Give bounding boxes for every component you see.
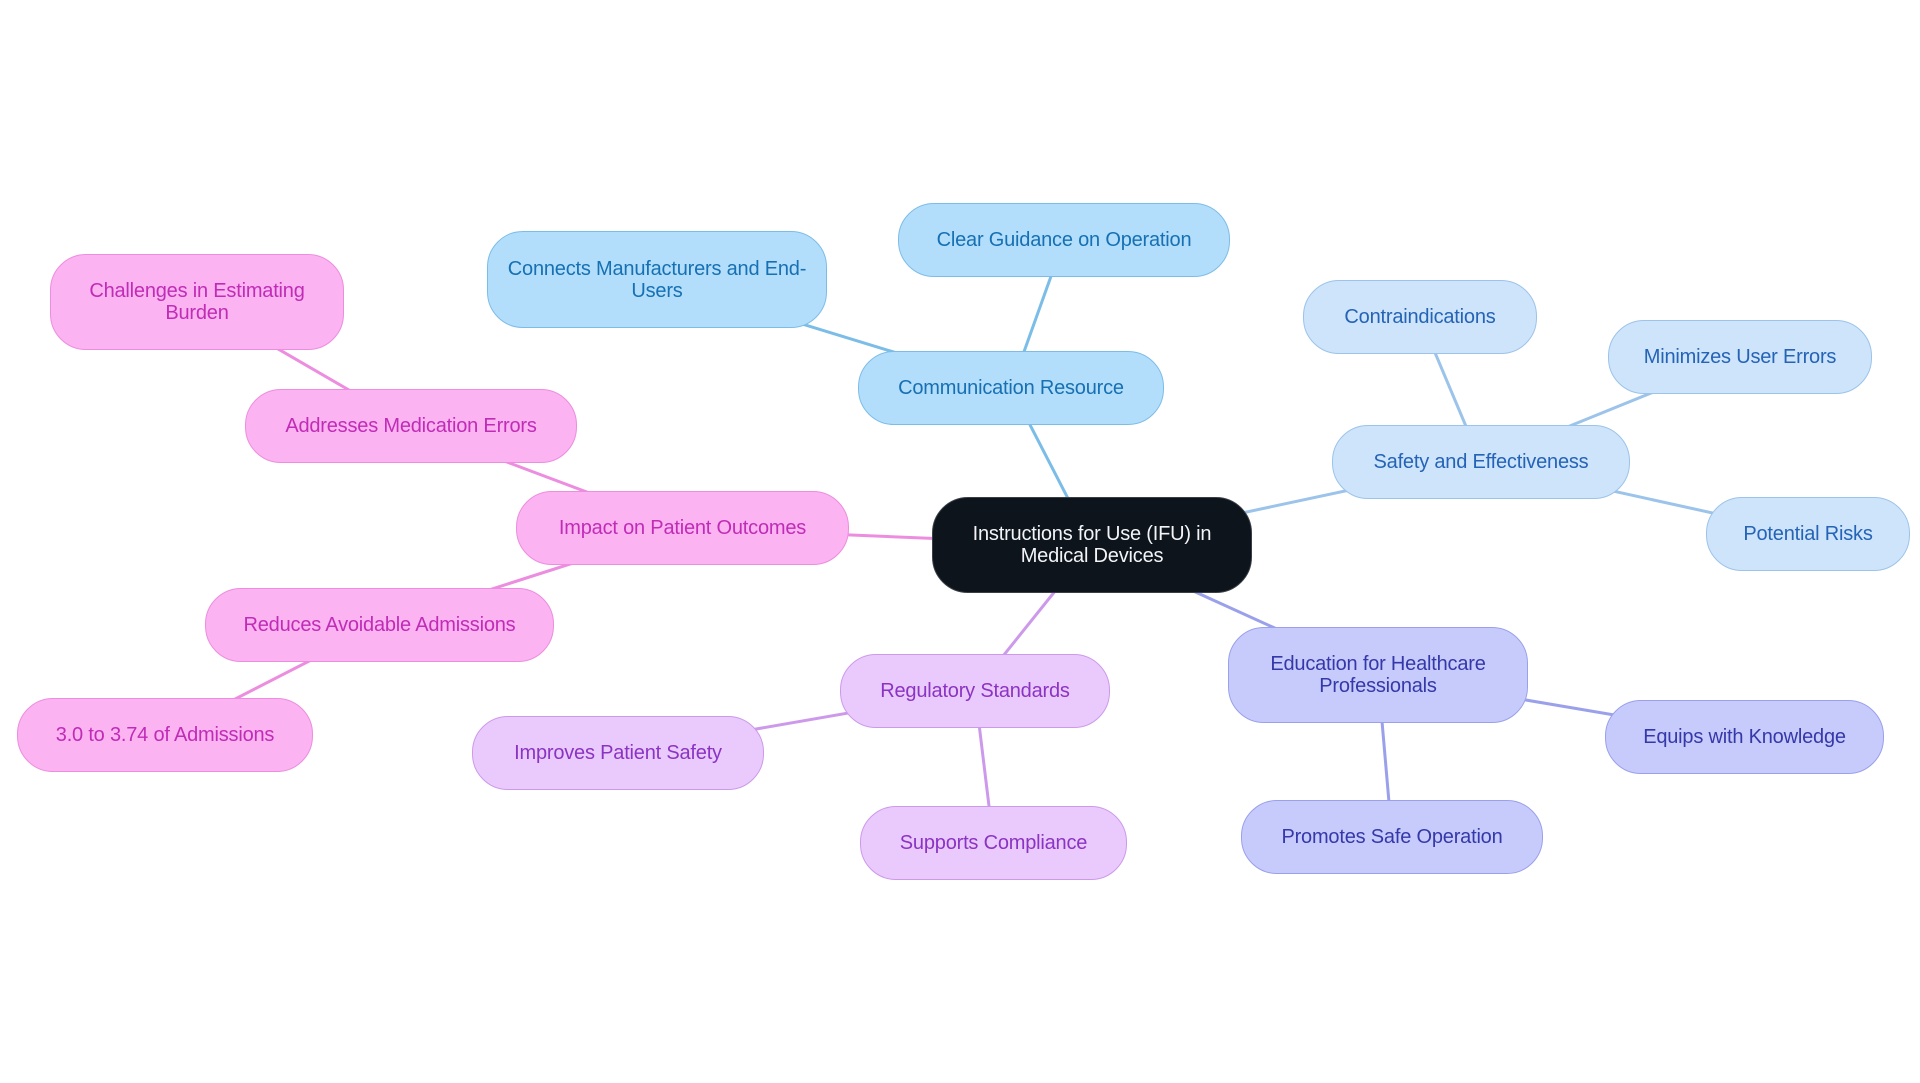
node-label: Potential Risks (1743, 523, 1873, 545)
node-label: Safety and Effectiveness (1373, 451, 1589, 473)
node-communication-resource[interactable]: Communication Resource (858, 351, 1164, 425)
node-promotes-safe-operation[interactable]: Promotes Safe Operation (1241, 800, 1543, 874)
node-label: Supports Compliance (899, 832, 1088, 854)
root-node[interactable]: Instructions for Use (IFU) in Medical De… (932, 497, 1252, 593)
node-label: Addresses Medication Errors (285, 415, 537, 437)
node-label: Contraindications (1344, 306, 1496, 328)
node-impact-patient-outcomes[interactable]: Impact on Patient Outcomes (516, 491, 849, 565)
node-admissions-range[interactable]: 3.0 to 3.74 of Admissions (17, 698, 313, 772)
node-label: Minimizes User Errors (1643, 346, 1837, 368)
node-label: Reduces Avoidable Admissions (243, 614, 516, 636)
node-label: Promotes Safe Operation (1281, 826, 1503, 848)
node-label: Regulatory Standards (880, 680, 1070, 702)
node-education-professionals[interactable]: Education for Healthcare Professionals (1228, 627, 1528, 723)
node-label: Improves Patient Safety (514, 742, 722, 764)
node-improves-patient-safety[interactable]: Improves Patient Safety (472, 716, 764, 790)
node-connects-manufacturers[interactable]: Connects Manufacturers and End-Users (487, 231, 827, 328)
node-regulatory-standards[interactable]: Regulatory Standards (840, 654, 1110, 728)
node-label: Challenges in Estimating Burden (89, 280, 305, 324)
node-contraindications[interactable]: Contraindications (1303, 280, 1537, 354)
node-label: Clear Guidance on Operation (936, 229, 1192, 251)
node-label: Education for Healthcare Professionals (1270, 653, 1486, 697)
node-label: Connects Manufacturers and End-Users (507, 257, 807, 302)
node-safety-effectiveness[interactable]: Safety and Effectiveness (1332, 425, 1630, 499)
node-supports-compliance[interactable]: Supports Compliance (860, 806, 1127, 880)
root-label: Instructions for Use (IFU) in Medical De… (972, 523, 1212, 567)
node-label: 3.0 to 3.74 of Admissions (55, 724, 275, 746)
node-label: Impact on Patient Outcomes (558, 517, 807, 539)
node-label: Equips with Knowledge (1643, 726, 1846, 748)
node-clear-guidance[interactable]: Clear Guidance on Operation (898, 203, 1230, 277)
node-potential-risks[interactable]: Potential Risks (1706, 497, 1910, 571)
node-challenges-estimating-burden[interactable]: Challenges in Estimating Burden (50, 254, 344, 350)
node-minimizes-user-errors[interactable]: Minimizes User Errors (1608, 320, 1872, 394)
node-label: Communication Resource (898, 377, 1124, 399)
node-addresses-medication-errors[interactable]: Addresses Medication Errors (245, 389, 577, 463)
node-equips-knowledge[interactable]: Equips with Knowledge (1605, 700, 1884, 774)
node-reduces-avoidable-admissions[interactable]: Reduces Avoidable Admissions (205, 588, 554, 662)
